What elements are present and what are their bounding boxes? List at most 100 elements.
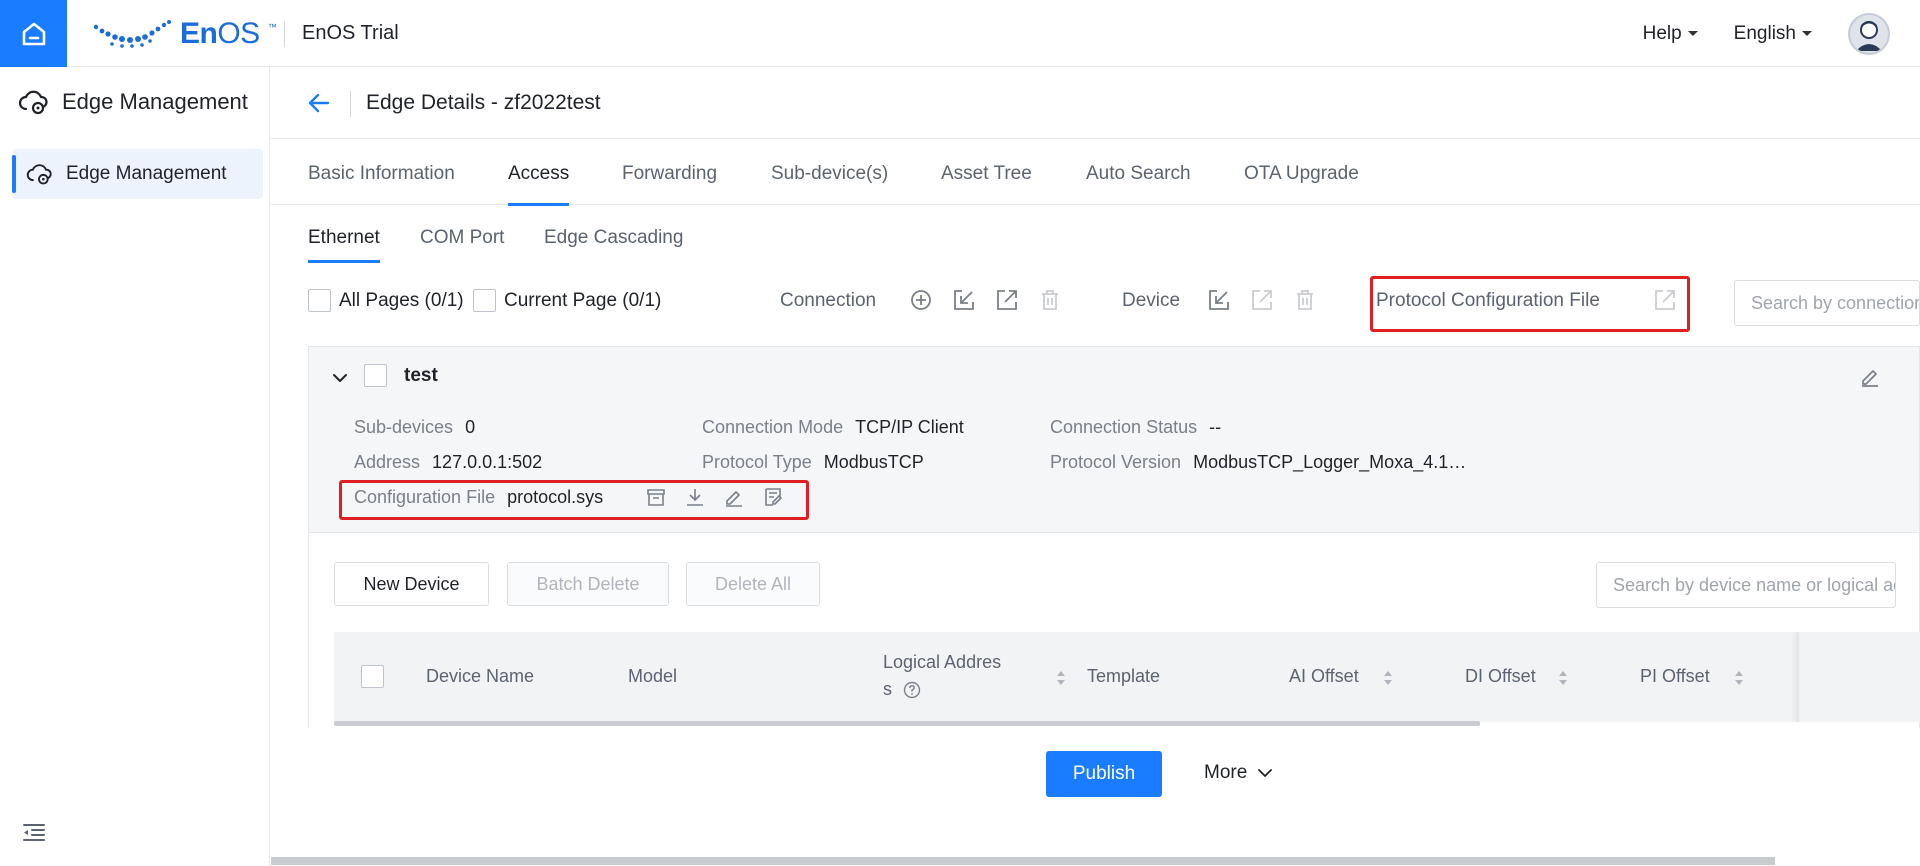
field-value: ModbusTCP_Logger_Moxa_4.1… [1193, 452, 1467, 472]
current-page-checkbox[interactable]: Current Page (0/1) [473, 289, 661, 312]
import-device-icon[interactable] [1207, 288, 1231, 312]
enos-logo: EnOS ™ [92, 16, 277, 52]
export-connection-icon[interactable] [995, 288, 1019, 312]
sidebar-item-label: Edge Management [66, 163, 227, 184]
delete-all-button[interactable]: Delete All [686, 562, 820, 606]
main-content: Edge Details - zf2022test Basic Informat… [271, 67, 1920, 866]
connection-summary: test Sub-devices 0 Address 127.0.0.1:502 C… [309, 347, 1919, 532]
connection-status-field: Connection Status -- [1050, 417, 1221, 438]
protocol-config-file-label: Protocol Configuration File [1376, 290, 1600, 311]
tab-auto-search[interactable]: Auto Search [1086, 163, 1191, 185]
chevron-down-icon[interactable] [331, 369, 349, 387]
connection-checkbox[interactable] [364, 364, 387, 387]
page-title: Edge Details - zf2022test [366, 91, 601, 114]
tab-basic-information[interactable]: Basic Information [308, 163, 455, 185]
device-section: New Device Batch Delete Delete All Searc… [309, 532, 1920, 729]
collapse-sidebar-button[interactable] [22, 822, 46, 847]
enos-dots-icon [93, 20, 171, 48]
more-button[interactable]: More [1204, 762, 1273, 784]
publish-button[interactable]: Publish [1046, 751, 1162, 797]
connection-panel: test Sub-devices 0 Address 127.0.0.1:502 C… [308, 346, 1920, 729]
device-label: Device [1122, 290, 1181, 311]
user-icon [1856, 20, 1882, 51]
archive-icon[interactable] [646, 487, 666, 507]
sort-icon[interactable] [1383, 670, 1393, 686]
subtab-edge-cascading[interactable]: Edge Cascading [544, 227, 683, 249]
tab-bar: Basic Information Access Forwarding Sub-… [271, 139, 1920, 206]
checkbox[interactable] [308, 289, 331, 312]
delete-connection-icon[interactable] [1038, 288, 1062, 312]
subtab-ethernet[interactable]: Ethernet [308, 227, 380, 263]
sort-icon[interactable] [1558, 670, 1568, 686]
column-logical-address-tail: s [883, 679, 892, 699]
divider [284, 21, 285, 47]
all-pages-label: All Pages (0/1) [339, 289, 464, 311]
column-pi-offset[interactable]: PI Offset [1640, 666, 1710, 687]
home-button[interactable] [0, 0, 67, 67]
tab-sub-devices[interactable]: Sub-device(s) [771, 163, 888, 185]
sidebar-item-edge-management[interactable]: Edge Management [12, 149, 263, 199]
connection-toolbar: All Pages (0/1) Current Page (0/1) Conne… [271, 276, 1920, 332]
column-di-offset[interactable]: DI Offset [1465, 666, 1536, 687]
field-label: Connection Mode [702, 417, 844, 437]
divider [350, 91, 351, 117]
sort-icon[interactable] [1056, 670, 1066, 686]
edit-icon[interactable] [724, 487, 744, 507]
field-label: Protocol Version [1050, 452, 1182, 472]
add-connection-icon[interactable] [909, 288, 933, 312]
table-horizontal-scrollbar[interactable] [334, 721, 1480, 726]
tab-ota-upgrade[interactable]: OTA Upgrade [1244, 163, 1359, 185]
device-table-header: Device Name Model Logical Addres s Templ… [334, 632, 1920, 722]
field-value: ModbusTCP [823, 452, 924, 472]
subtab-com-port[interactable]: COM Port [420, 227, 504, 249]
back-button[interactable] [307, 91, 331, 120]
connection-search-input[interactable]: Search by connection [1734, 280, 1920, 326]
new-device-button[interactable]: New Device [334, 562, 489, 606]
column-template: Template [1087, 666, 1161, 686]
fixed-column-divider [1796, 632, 1799, 722]
help-circle-icon[interactable] [903, 681, 921, 699]
page-horizontal-scrollbar[interactable] [271, 857, 1775, 865]
top-bar: EnOS ™ EnOS Trial Help English [0, 0, 1920, 67]
column-logical-address[interactable]: Logical Addres [883, 652, 1001, 673]
device-search-input[interactable]: Search by device name or logical address [1596, 562, 1896, 608]
tab-asset-tree[interactable]: Asset Tree [941, 163, 1032, 185]
avatar[interactable] [1848, 12, 1890, 55]
current-page-label: Current Page (0/1) [504, 289, 662, 311]
home-icon [22, 22, 45, 45]
help-menu[interactable]: Help [1643, 23, 1698, 45]
sort-icon[interactable] [1734, 670, 1744, 686]
edit-document-icon[interactable] [763, 487, 783, 507]
tab-forwarding[interactable]: Forwarding [622, 163, 717, 185]
sidebar-header: Edge Management [18, 87, 248, 117]
edit-icon[interactable] [1859, 365, 1881, 387]
select-all-checkbox[interactable] [361, 665, 384, 688]
field-value: protocol.sys [507, 487, 604, 507]
delete-device-icon[interactable] [1293, 288, 1317, 312]
all-pages-checkbox[interactable]: All Pages (0/1) [308, 289, 464, 312]
tab-access[interactable]: Access [508, 163, 570, 206]
export-device-icon[interactable] [1250, 288, 1274, 312]
language-menu[interactable]: English [1734, 23, 1812, 45]
arrow-left-icon [308, 93, 330, 113]
field-value: TCP/IP Client [855, 417, 964, 437]
field-label: Configuration File [354, 487, 496, 507]
edge-cloud-icon [26, 164, 52, 185]
edge-cloud-icon [18, 90, 48, 115]
protocol-config-export-icon[interactable] [1653, 288, 1677, 312]
help-label: Help [1642, 22, 1682, 44]
page-header: Edge Details - zf2022test [271, 67, 1920, 139]
import-connection-icon[interactable] [952, 288, 976, 312]
field-label: Address [354, 452, 421, 472]
field-value: 0 [465, 417, 476, 437]
download-icon[interactable] [685, 487, 705, 507]
field-label: Sub-devices [354, 417, 454, 437]
subtab-bar: Ethernet COM Port Edge Cascading [271, 205, 1920, 265]
caret-down-icon [1687, 31, 1698, 36]
checkbox[interactable] [473, 289, 496, 312]
batch-delete-button[interactable]: Batch Delete [507, 562, 669, 606]
trademark-mark: ™ [267, 22, 277, 32]
column-ai-offset[interactable]: AI Offset [1289, 666, 1359, 687]
config-file-field: Configuration File protocol.sys [354, 487, 603, 508]
app-title: EnOS Trial [302, 22, 399, 44]
